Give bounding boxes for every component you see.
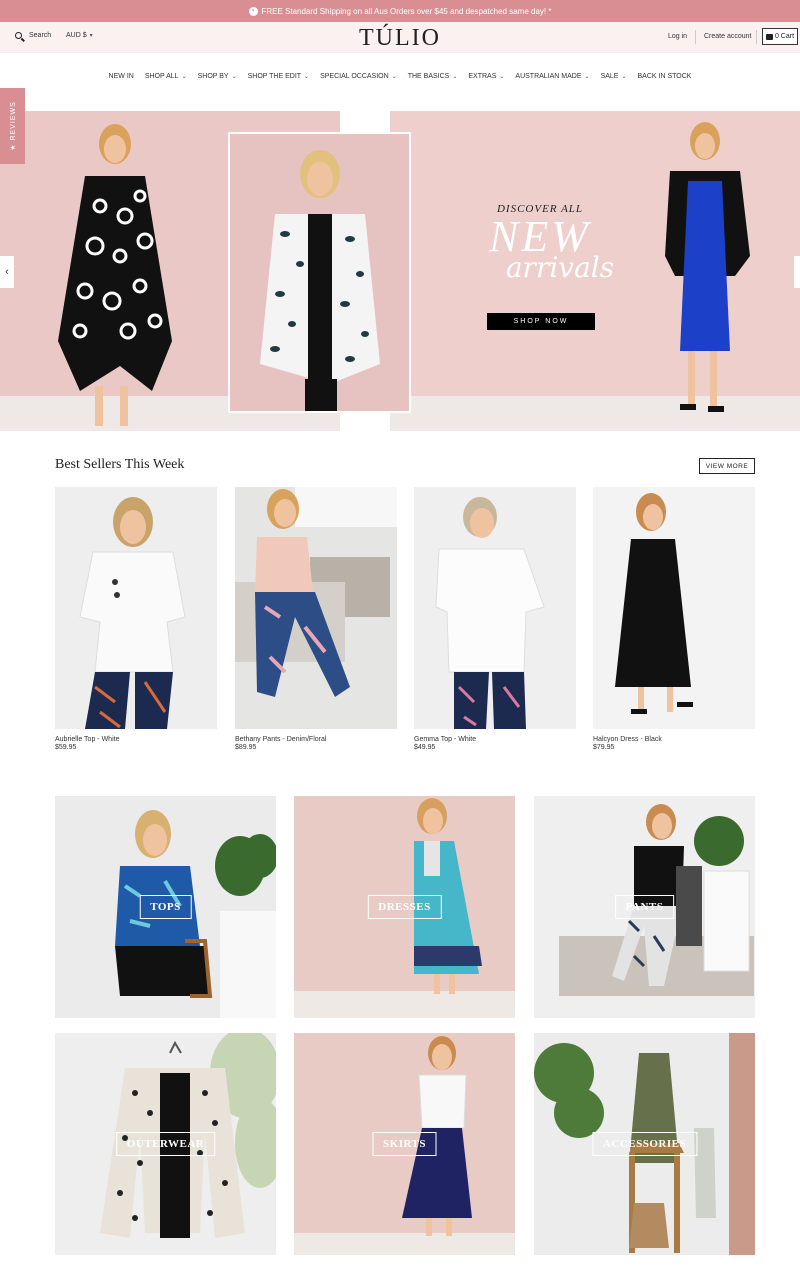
category-tile-outerwear[interactable]: OUTERWEAR	[55, 1033, 276, 1255]
reviews-tab[interactable]: ★ REVIEWS	[0, 88, 25, 164]
chevron-down-icon: ⌄	[304, 73, 310, 80]
product-card[interactable]: Gemma Top - White $49.95	[414, 487, 576, 751]
truck-icon: ▪	[248, 6, 258, 16]
nav-label: AUSTRALIAN MADE	[515, 72, 582, 80]
site-header: Search AUD $ ▾ TÚLIO Log in Create accou…	[0, 22, 800, 53]
divider	[756, 30, 757, 44]
nav-item-australian-made[interactable]: AUSTRALIAN MADE ⌄	[515, 73, 589, 80]
category-label: TOPS	[139, 895, 192, 919]
category-label: PANTS	[614, 895, 675, 919]
product-price: $59.95	[55, 744, 77, 751]
login-link[interactable]: Log in	[668, 33, 687, 40]
nav-label: SHOP ALL	[144, 72, 179, 80]
model-image	[260, 150, 380, 411]
nav-label: SHOP BY	[197, 72, 229, 80]
nav-item-shop-the-edit[interactable]: SHOP THE EDIT ⌄	[248, 73, 309, 80]
category-label: DRESSES	[367, 895, 442, 919]
nav-item-shop-all[interactable]: SHOP ALL ⌄	[145, 73, 187, 80]
product-name[interactable]: Halcyon Dress - Black	[593, 736, 755, 743]
chevron-down-icon: ⌄	[584, 73, 590, 80]
product-name[interactable]: Gemma Top - White	[414, 736, 576, 743]
chevron-down-icon: ⌄	[499, 73, 505, 80]
nav-item-shop-by[interactable]: SHOP BY ⌄	[198, 73, 237, 80]
carousel-prev-button[interactable]: ‹	[0, 256, 14, 288]
hero-frame	[228, 132, 411, 413]
nav-label: THE BASICS	[407, 72, 450, 80]
hero-text: DISCOVER ALL NEW arrivals	[420, 203, 660, 284]
cart-icon	[765, 33, 773, 40]
nav-item-back-in-stock[interactable]: BACK IN STOCK	[638, 73, 692, 80]
cart-button[interactable]: 0 Cart	[762, 28, 798, 45]
product-name[interactable]: Bethany Pants - Denim/Floral	[235, 736, 397, 743]
nav-item-new-in[interactable]: NEW IN	[109, 73, 134, 80]
product-image[interactable]	[235, 487, 397, 729]
product-name[interactable]: Aubrielle Top - White	[55, 736, 217, 743]
product-price: $89.95	[235, 744, 257, 751]
model-image	[665, 122, 750, 412]
chevron-down-icon: ⌄	[391, 73, 397, 80]
main-nav: NEW IN SHOP ALL ⌄ SHOP BY ⌄ SHOP THE EDIT ⌄…	[0, 53, 800, 99]
category-tile-pants[interactable]: PANTS	[534, 796, 755, 1018]
category-label: ACCESSORIES	[591, 1132, 698, 1156]
product-card[interactable]: Bethany Pants - Denim/Floral $89.95	[235, 487, 397, 751]
category-tile-accessories[interactable]: ACCESSORIES	[534, 1033, 755, 1255]
nav-label: SHOP THE EDIT	[247, 72, 302, 80]
chevron-down-icon: ⌄	[452, 73, 458, 80]
product-price: $49.95	[414, 744, 436, 751]
category-tile-tops[interactable]: TOPS	[55, 796, 276, 1018]
nav-label: SALE	[600, 72, 619, 80]
hero-banner[interactable]: DISCOVER ALL NEW arrivals SHOP NOW ‹	[0, 111, 800, 431]
category-label: SKIRTS	[372, 1132, 437, 1156]
chevron-down-icon: ⌄	[621, 73, 627, 80]
view-more-button[interactable]: VIEW MORE	[699, 458, 755, 474]
nav-item-sale[interactable]: SALE ⌄	[601, 73, 627, 80]
shop-now-button[interactable]: SHOP NOW	[487, 313, 595, 330]
reviews-label: ★ REVIEWS	[9, 101, 17, 151]
chevron-down-icon: ⌄	[231, 73, 237, 80]
product-image[interactable]	[593, 487, 755, 729]
announcement-bar: ▪ FREE Standard Shipping on all Aus Orde…	[0, 0, 800, 22]
announcement-text: FREE Standard Shipping on all Aus Orders…	[261, 6, 552, 16]
category-tile-skirts[interactable]: SKIRTS	[294, 1033, 515, 1255]
best-sellers-title: Best Sellers This Week	[55, 457, 185, 472]
nav-item-the-basics[interactable]: THE BASICS ⌄	[408, 73, 458, 80]
nav-label: NEW IN	[108, 72, 134, 80]
cart-label: 0 Cart	[774, 33, 795, 40]
product-card[interactable]: Aubrielle Top - White $59.95	[55, 487, 217, 751]
nav-item-extras[interactable]: EXTRAS ⌄	[468, 73, 504, 80]
nav-label: BACK IN STOCK	[637, 72, 692, 80]
category-label: OUTERWEAR	[115, 1132, 216, 1156]
chevron-down-icon: ⌄	[181, 73, 187, 80]
model-image	[58, 124, 172, 426]
create-account-link[interactable]: Create account	[704, 33, 751, 40]
chevron-left-icon: ‹	[5, 266, 9, 278]
nav-label: SPECIAL OCCASION	[320, 72, 389, 80]
product-price: $79.95	[593, 744, 615, 751]
product-image[interactable]	[55, 487, 217, 729]
divider	[695, 30, 696, 44]
nav-label: EXTRAS	[468, 72, 497, 80]
nav-item-special-occasion[interactable]: SPECIAL OCCASION ⌄	[320, 73, 397, 80]
product-image[interactable]	[414, 487, 576, 729]
carousel-next-button[interactable]	[794, 256, 800, 288]
product-card[interactable]: Halcyon Dress - Black $79.95	[593, 487, 755, 751]
category-tile-dresses[interactable]: DRESSES	[294, 796, 515, 1018]
